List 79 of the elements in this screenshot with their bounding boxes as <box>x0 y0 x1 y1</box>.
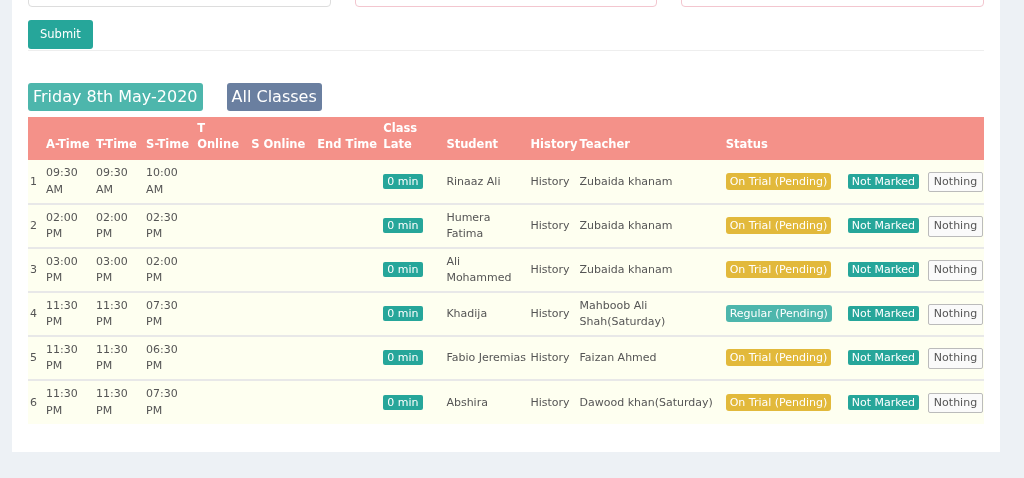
table-cell: 09:30 AM <box>96 166 128 196</box>
table-cell: Fabio Jeremias <box>446 351 527 365</box>
marked-badge: Not Marked <box>847 350 920 366</box>
nothing-button[interactable]: Nothing <box>927 216 984 237</box>
row-number: 2 <box>30 219 37 233</box>
table-cell: 11:30 PM <box>96 387 128 417</box>
nothing-button[interactable]: Nothing <box>927 171 984 193</box>
table-cell: Abshira <box>446 395 488 409</box>
column-header: S Online <box>251 136 306 151</box>
column-header: T Online <box>197 121 239 151</box>
table-cell: 07:30 PM <box>146 387 178 417</box>
table-cell: Zubaida khanam <box>579 219 673 233</box>
table-cell: Mahboob Ali Shah(Saturday) <box>579 298 666 329</box>
marked-badge: Not Marked <box>847 262 920 278</box>
column-header: End Time <box>317 136 378 151</box>
table-cell: Ali Mohammed <box>446 254 512 285</box>
status-badge: On Trial (Pending) <box>725 349 832 367</box>
table-cell: History <box>530 219 570 233</box>
table-cell: 09:30 AM <box>46 166 78 196</box>
late-badge: 0 min <box>383 306 423 322</box>
table-cell: 02:00 PM <box>96 210 128 241</box>
row-number: 5 <box>30 351 37 365</box>
status-badge: On Trial (Pending) <box>725 217 832 235</box>
nothing-button[interactable]: Nothing <box>927 304 984 325</box>
row-number: 4 <box>30 307 37 321</box>
table-cell: 06:30 PM <box>146 342 178 373</box>
table-cell: 02:00 PM <box>46 210 78 241</box>
table-cell: 02:30 PM <box>146 210 178 241</box>
column-header: A-Time <box>46 136 90 151</box>
table-cell: History <box>530 307 570 321</box>
late-badge: 0 min <box>383 262 423 278</box>
table-cell: Dawood khan(Saturday) <box>579 395 713 409</box>
marked-badge: Not Marked <box>847 394 920 410</box>
table-cell: 11:30 PM <box>46 342 78 373</box>
table-cell: Rinaaz Ali <box>446 174 501 188</box>
column-header: Class Late <box>383 121 418 151</box>
nothing-button[interactable]: Nothing <box>927 348 984 369</box>
table-cell: Khadija <box>446 307 488 321</box>
status-badge: On Trial (Pending) <box>725 172 832 190</box>
class-badge: All Classes <box>226 83 322 112</box>
row-number: 1 <box>30 174 37 188</box>
table-cell: 03:00 PM <box>96 254 128 285</box>
status-badge: On Trial (Pending) <box>725 393 832 411</box>
marked-badge: Not Marked <box>847 173 920 189</box>
table-cell: 02:00 PM <box>146 254 178 285</box>
table-cell: History <box>530 263 570 277</box>
column-header: Status <box>725 136 768 151</box>
nothing-button[interactable]: Nothing <box>927 260 984 281</box>
date-badge: Friday 8th May-2020 <box>28 83 203 112</box>
table-cell: 03:00 PM <box>46 254 78 285</box>
table-cell: Zubaida khanam <box>579 174 673 188</box>
status-badge: Regular (Pending) <box>725 305 832 323</box>
column-header: Student <box>446 136 499 151</box>
table-cell: History <box>530 395 570 409</box>
marked-badge: Not Marked <box>847 306 920 322</box>
row-number: 6 <box>30 395 37 409</box>
table-cell: Humera Fatima <box>446 210 491 241</box>
table-cell: 07:30 PM <box>146 298 178 329</box>
table-cell: Faizan Ahmed <box>579 351 657 365</box>
table-cell: 11:30 PM <box>46 387 78 417</box>
late-badge: 0 min <box>383 350 423 366</box>
table-cell: History <box>530 351 570 365</box>
late-badge: 0 min <box>383 218 423 234</box>
late-badge: 0 min <box>383 394 423 410</box>
status-badge: On Trial (Pending) <box>725 261 832 279</box>
table-cell: 11:30 PM <box>96 342 128 373</box>
column-header: S-Time <box>146 136 190 151</box>
marked-badge: Not Marked <box>847 218 920 234</box>
nothing-button[interactable]: Nothing <box>927 392 984 414</box>
row-number: 3 <box>30 263 37 277</box>
table-cell: Zubaida khanam <box>579 263 673 277</box>
table-cell: 10:00 AM <box>146 166 178 196</box>
column-header: History <box>530 136 578 151</box>
table-cell: 11:30 PM <box>96 298 128 329</box>
column-header: T-Time <box>96 136 137 151</box>
table-cell: History <box>530 174 570 188</box>
late-badge: 0 min <box>383 173 423 189</box>
table-cell: 11:30 PM <box>46 298 78 329</box>
column-header: Teacher <box>579 136 630 151</box>
